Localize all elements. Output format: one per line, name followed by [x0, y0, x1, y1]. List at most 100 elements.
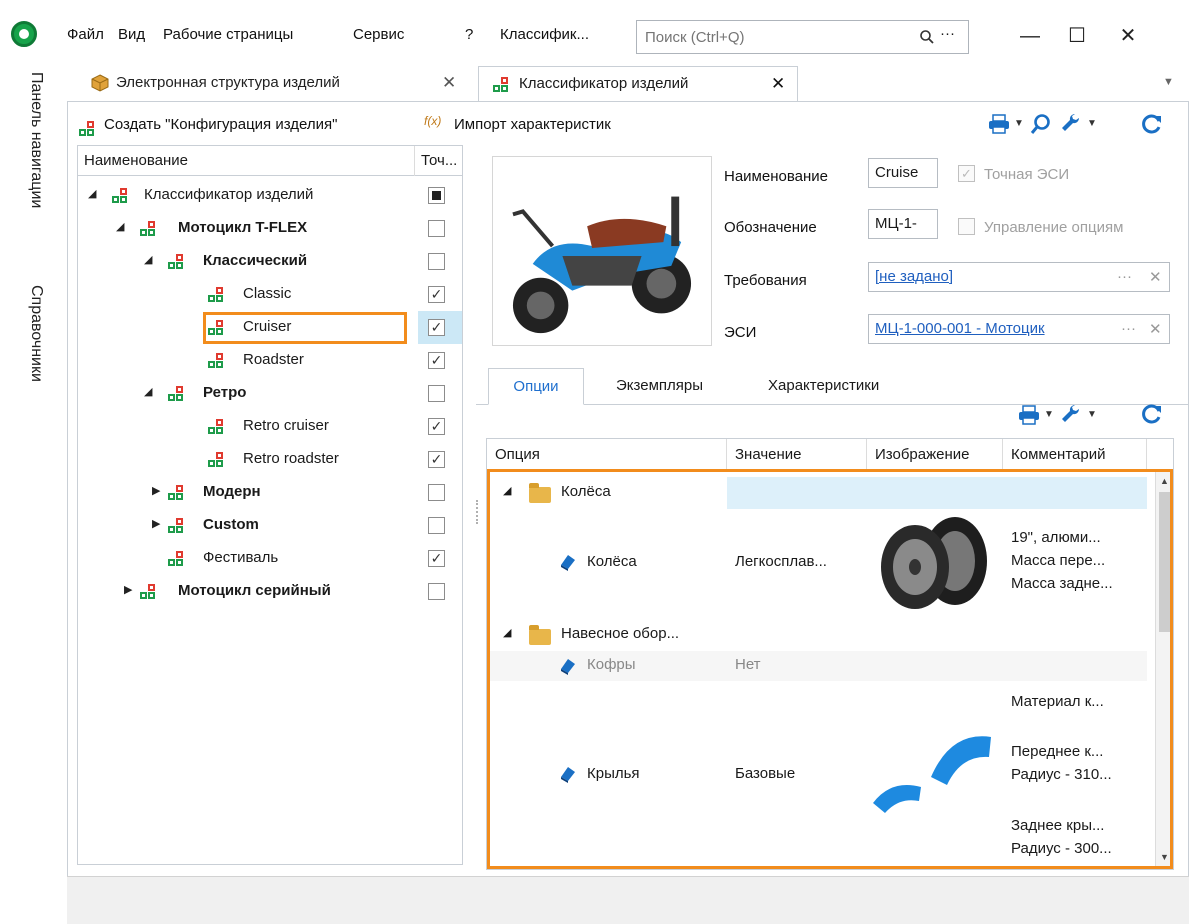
classifier-icon [168, 551, 190, 568]
expand-icon[interactable]: ▶ [152, 517, 160, 530]
settings-dropdown-icon[interactable]: ▼ [1087, 118, 1097, 129]
requirements-link[interactable]: [не задано] [875, 268, 953, 285]
tab-close-icon[interactable]: ✕ [771, 67, 785, 101]
esi-link[interactable]: МЦ-1-000-001 - Мотоцик [875, 320, 1045, 337]
collapse-icon[interactable]: ◢ [88, 187, 96, 200]
column-header-image[interactable]: Изображение [867, 439, 1003, 470]
tab-product-classifier[interactable]: Классификатор изделий ✕ [478, 66, 798, 102]
print-dropdown-icon[interactable]: ▼ [1014, 118, 1024, 129]
options-focus-outline [487, 469, 1173, 869]
clear-icon[interactable]: ✕ [1149, 320, 1162, 338]
exact-checkbox[interactable] [428, 253, 445, 270]
tree-row-selected[interactable]: Cruiser ✓ [78, 311, 462, 344]
menu-classifier[interactable]: Классифик... [500, 26, 589, 43]
exact-checkbox[interactable] [428, 220, 445, 237]
column-header-option[interactable]: Опция [487, 439, 727, 470]
tree-node-label: Мотоцикл T-FLEX [178, 219, 308, 236]
tree-row[interactable]: ◢ Мотоцикл T-FLEX [78, 212, 462, 245]
tree-row[interactable]: ◢ Классификатор изделий [78, 179, 462, 212]
tree-row[interactable]: Roadster ✓ [78, 344, 462, 377]
tree-row[interactable]: Classic ✓ [78, 278, 462, 311]
classifier-icon [168, 485, 190, 502]
navigation-panel-toggle[interactable]: Панель навигации [27, 72, 45, 208]
browse-icon[interactable]: ··· [1117, 320, 1136, 337]
browse-icon[interactable]: ··· [1117, 268, 1132, 285]
collapse-icon[interactable]: ◢ [116, 220, 124, 233]
exact-checkbox[interactable]: ✓ [428, 550, 445, 567]
column-header-exact[interactable]: Точ... [414, 146, 457, 176]
function-icon: f(x) [424, 114, 442, 128]
print-dropdown-icon[interactable]: ▼ [1044, 409, 1054, 420]
exact-checkbox[interactable] [428, 187, 445, 204]
minimize-button[interactable]: — [1010, 20, 1050, 52]
print-icon[interactable] [1018, 405, 1040, 425]
exact-checkbox[interactable]: ✓ [428, 451, 445, 468]
tree-row[interactable]: ◢ Классический [78, 245, 462, 278]
classifier-icon [140, 584, 162, 601]
tree-node-label: Roadster [243, 351, 304, 368]
menu-help[interactable]: ? [465, 26, 473, 43]
tree-row[interactable]: ▶ Мотоцикл серийный [78, 575, 462, 608]
menu-file[interactable]: Файл [67, 26, 104, 43]
wrench-icon[interactable] [1060, 112, 1082, 134]
exact-esi-checkbox: ✓ [958, 165, 975, 182]
exact-checkbox[interactable]: ✓ [428, 352, 445, 369]
exact-esi-label: Точная ЭСИ [984, 166, 1070, 183]
refresh-icon[interactable] [1140, 112, 1164, 136]
product-preview-image [492, 156, 712, 346]
exact-checkbox[interactable]: ✓ [428, 418, 445, 435]
exact-checkbox[interactable] [428, 385, 445, 402]
search-icon[interactable] [919, 29, 935, 45]
clear-icon[interactable]: ✕ [1149, 268, 1162, 286]
requirements-field[interactable]: [не задано] ··· ✕ [868, 262, 1170, 292]
tab-characteristics[interactable]: Характеристики [768, 368, 879, 404]
refresh-icon[interactable] [1140, 402, 1164, 426]
code-field[interactable]: МЦ-1- [868, 209, 938, 239]
options-management-label: Управление опциям [984, 219, 1124, 236]
name-field[interactable]: Cruise [868, 158, 938, 188]
exact-checkbox[interactable]: ✓ [428, 319, 445, 336]
collapse-icon[interactable]: ◢ [144, 253, 152, 266]
menu-workpages[interactable]: Рабочие страницы [163, 26, 293, 43]
exact-checkbox[interactable] [428, 484, 445, 501]
search-box[interactable]: ··· [636, 20, 969, 54]
exact-checkbox[interactable]: ✓ [428, 286, 445, 303]
esi-field[interactable]: МЦ-1-000-001 - Мотоцик ··· ✕ [868, 314, 1170, 344]
expand-icon[interactable]: ▶ [124, 583, 132, 596]
close-window-button[interactable]: ✕ [1108, 20, 1148, 52]
tabs-dropdown-icon[interactable]: ▼ [1163, 76, 1174, 88]
tree-node-label: Классификатор изделий [144, 186, 314, 203]
references-panel-toggle[interactable]: Справочники [27, 285, 45, 382]
tab-close-icon[interactable]: ✕ [442, 66, 456, 100]
tree-node-label: Ретро [203, 384, 247, 401]
splitter-handle[interactable] [476, 500, 480, 524]
wrench-icon[interactable] [1060, 403, 1082, 425]
column-header-comment[interactable]: Комментарий [1003, 439, 1147, 470]
tab-instances[interactable]: Экземпляры [616, 368, 703, 404]
tree-row[interactable]: ▶ Custom [78, 509, 462, 542]
tree-row[interactable]: Retro roadster ✓ [78, 443, 462, 476]
settings-dropdown-icon[interactable]: ▼ [1087, 409, 1097, 420]
collapse-icon[interactable]: ◢ [144, 385, 152, 398]
search-options-icon[interactable]: ··· [940, 25, 955, 42]
find-icon[interactable] [1030, 113, 1052, 135]
tab-options[interactable]: Опции [488, 368, 584, 405]
classifier-icon [208, 353, 230, 370]
create-configuration-button[interactable]: Создать "Конфигурация изделия" [104, 116, 337, 133]
tree-row[interactable]: Фестиваль ✓ [78, 542, 462, 575]
expand-icon[interactable]: ▶ [152, 484, 160, 497]
exact-checkbox[interactable] [428, 517, 445, 534]
column-header-value[interactable]: Значение [727, 439, 867, 470]
tree-row[interactable]: ◢ Ретро [78, 377, 462, 410]
print-icon[interactable] [988, 114, 1010, 134]
search-input[interactable] [643, 25, 893, 49]
tree-row[interactable]: ▶ Модерн [78, 476, 462, 509]
import-characteristics-button[interactable]: Импорт характеристик [454, 116, 611, 133]
menu-view[interactable]: Вид [118, 26, 145, 43]
maximize-button[interactable]: ☐ [1057, 20, 1097, 52]
exact-checkbox[interactable] [428, 583, 445, 600]
tree-row[interactable]: Retro cruiser ✓ [78, 410, 462, 443]
column-header-name[interactable]: Наименование [84, 152, 188, 169]
menu-service[interactable]: Сервис [353, 26, 404, 43]
tab-product-structure[interactable]: Электронная структура изделий ✕ [70, 66, 470, 100]
